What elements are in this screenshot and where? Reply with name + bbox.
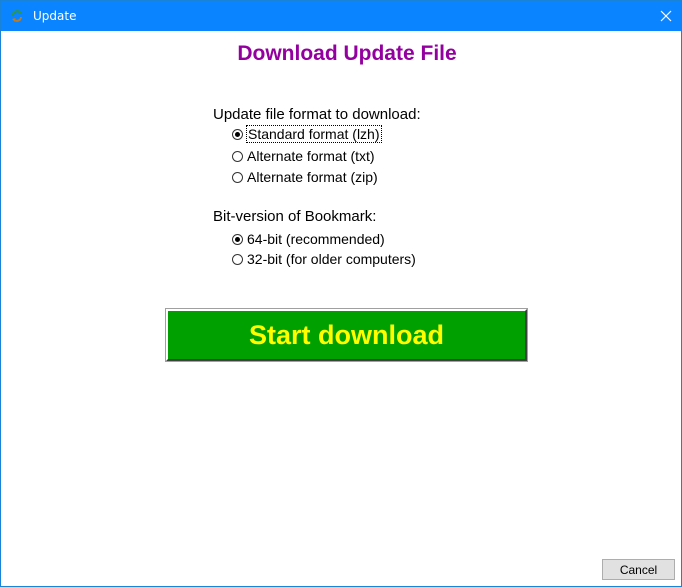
radio-format-zip[interactable]: Alternate format (zip)	[232, 168, 378, 186]
radio-button[interactable]	[232, 150, 243, 162]
radio-32-bit[interactable]: 32-bit (for older computers)	[232, 250, 416, 268]
cancel-button[interactable]: Cancel	[602, 559, 675, 580]
radio-button[interactable]	[232, 171, 243, 183]
radio-format-lzh[interactable]: Standard format (lzh)	[232, 125, 382, 143]
radio-button-checked[interactable]	[232, 128, 243, 140]
bit-group-label: Bit-version of Bookmark:	[213, 208, 377, 225]
close-button[interactable]	[653, 1, 681, 31]
window-title: Update	[33, 9, 77, 23]
dialog-content: Download Update File Update file format …	[1, 31, 681, 586]
radio-format-txt[interactable]: Alternate format (txt)	[232, 147, 375, 165]
radio-button-checked[interactable]	[232, 233, 243, 245]
radio-button[interactable]	[232, 253, 243, 265]
format-group-label: Update file format to download:	[213, 106, 421, 123]
radio-64-bit[interactable]: 64-bit (recommended)	[232, 230, 385, 248]
radio-label: 32-bit (for older computers)	[247, 251, 416, 267]
start-download-label: Start download	[249, 319, 444, 350]
title-bar: Update	[1, 1, 681, 31]
close-icon	[660, 10, 672, 22]
update-window: Update Download Update File Update file …	[0, 0, 682, 587]
radio-label: 64-bit (recommended)	[247, 231, 385, 247]
radio-label: Alternate format (txt)	[247, 148, 375, 164]
page-title: Download Update File	[237, 42, 457, 65]
radio-label: Standard format (lzh)	[246, 125, 382, 143]
start-download-button[interactable]: Start download	[166, 309, 527, 361]
refresh-arrows-icon	[10, 9, 24, 23]
radio-label: Alternate format (zip)	[247, 169, 378, 185]
